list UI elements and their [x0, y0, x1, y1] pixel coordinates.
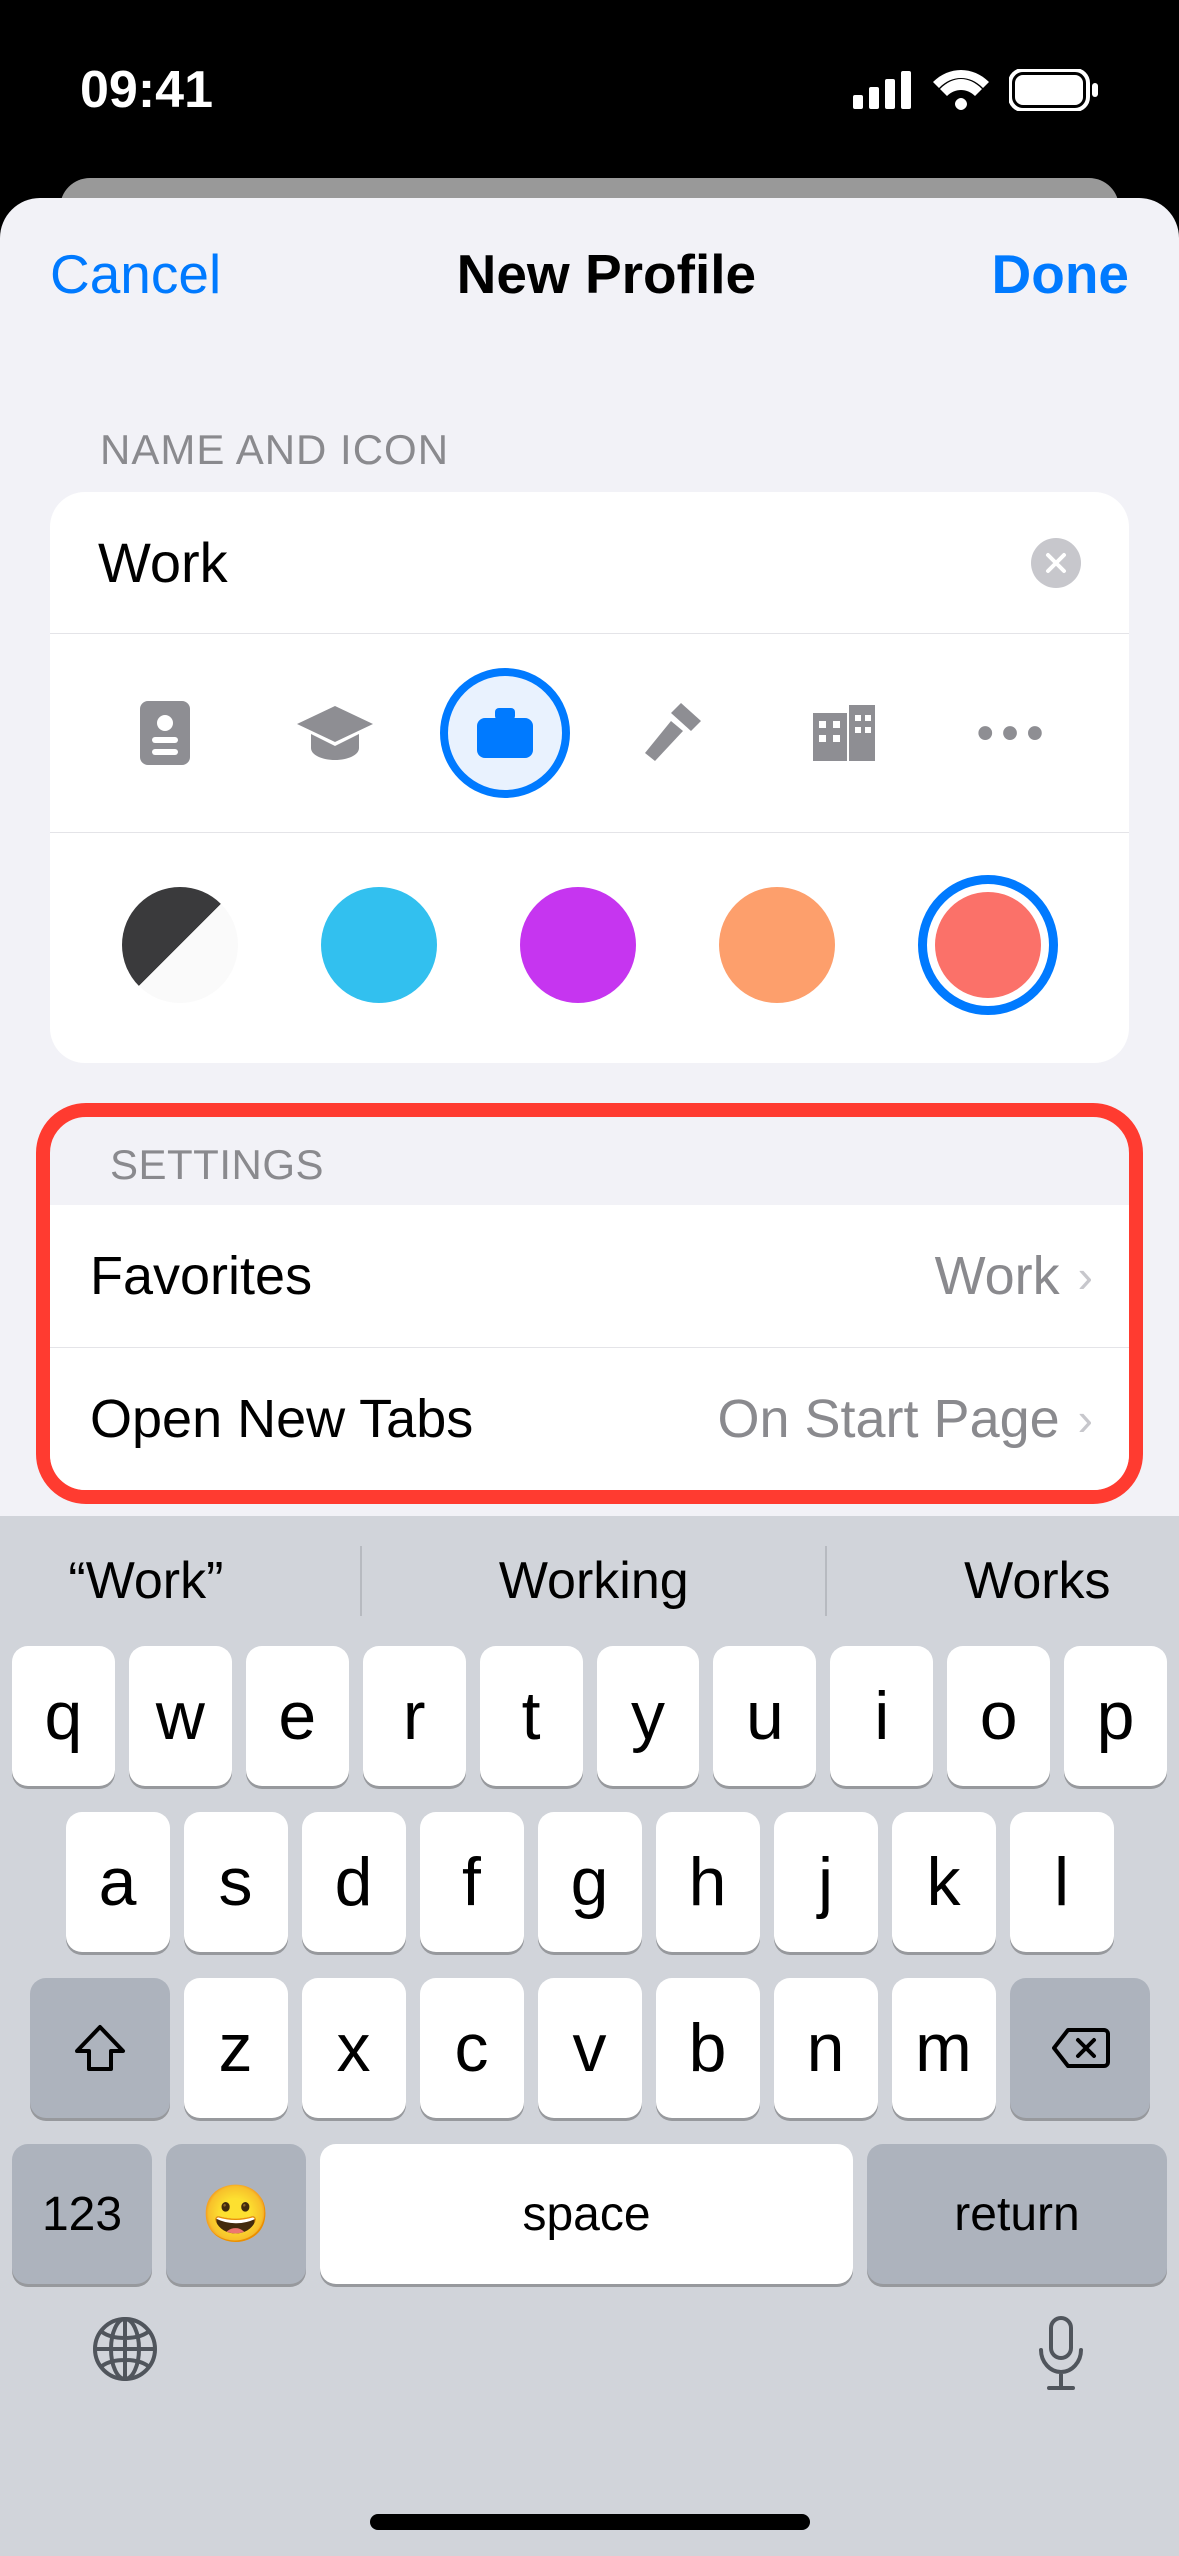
key-j[interactable]: j — [774, 1812, 878, 1952]
key-h[interactable]: h — [656, 1812, 760, 1952]
cellular-icon — [853, 71, 913, 109]
color-black-white[interactable] — [122, 887, 238, 1003]
name-row — [50, 492, 1129, 634]
key-c[interactable]: c — [420, 1978, 524, 2118]
graduation-cap-icon[interactable] — [270, 668, 400, 798]
color-cyan[interactable] — [321, 887, 437, 1003]
shift-icon — [73, 2021, 127, 2075]
status-icons — [853, 69, 1099, 111]
colors-row — [50, 833, 1129, 1063]
keyboard: “Work” Working Works q w e r t y u i o p… — [0, 1516, 1179, 2556]
key-a[interactable]: a — [66, 1812, 170, 1952]
icons-row: ••• — [50, 634, 1129, 833]
key-row-2: a s d f g h j k l — [0, 1812, 1179, 1952]
key-u[interactable]: u — [713, 1646, 816, 1786]
key-z[interactable]: z — [184, 1978, 288, 2118]
key-row-3: z x c v b n m — [0, 1978, 1179, 2118]
close-icon — [1044, 551, 1068, 575]
emoji-key[interactable]: 😀 — [166, 2144, 306, 2284]
hammer-icon[interactable] — [609, 668, 739, 798]
name-icon-card: ••• — [50, 492, 1129, 1063]
key-e[interactable]: e — [246, 1646, 349, 1786]
settings-highlight: SETTINGS Favorites Work › Open New Tabs … — [36, 1103, 1143, 1504]
color-purple[interactable] — [520, 887, 636, 1003]
cancel-button[interactable]: Cancel — [50, 242, 221, 306]
more-icons-button[interactable]: ••• — [949, 668, 1079, 798]
chevron-right-icon: › — [1078, 1392, 1093, 1446]
more-icon: ••• — [977, 706, 1051, 761]
key-t[interactable]: t — [480, 1646, 583, 1786]
key-m[interactable]: m — [892, 1978, 996, 2118]
key-o[interactable]: o — [947, 1646, 1050, 1786]
keyboard-footer — [0, 2284, 1179, 2394]
favorites-row[interactable]: Favorites Work › — [50, 1205, 1129, 1347]
home-indicator[interactable] — [370, 2514, 810, 2530]
key-g[interactable]: g — [538, 1812, 642, 1952]
emoji-icon: 😀 — [201, 2181, 271, 2247]
suggestion-bar: “Work” Working Works — [0, 1516, 1179, 1646]
key-n[interactable]: n — [774, 1978, 878, 2118]
status-bar: 09:41 — [0, 0, 1179, 170]
briefcase-icon[interactable] — [440, 668, 570, 798]
open-new-tabs-row[interactable]: Open New Tabs On Start Page › — [50, 1347, 1129, 1490]
settings-card: Favorites Work › Open New Tabs On Start … — [50, 1205, 1129, 1490]
profile-name-input[interactable] — [98, 530, 934, 595]
key-k[interactable]: k — [892, 1812, 996, 1952]
key-p[interactable]: p — [1064, 1646, 1167, 1786]
key-d[interactable]: d — [302, 1812, 406, 1952]
color-orange[interactable] — [719, 887, 835, 1003]
modal-sheet: Cancel New Profile Done NAME AND ICON — [0, 198, 1179, 2556]
globe-icon[interactable] — [90, 2314, 160, 2384]
key-s[interactable]: s — [184, 1812, 288, 1952]
done-button[interactable]: Done — [992, 242, 1130, 306]
wifi-icon — [933, 70, 989, 110]
chevron-right-icon: › — [1078, 1249, 1093, 1303]
key-b[interactable]: b — [656, 1978, 760, 2118]
favorites-label: Favorites — [90, 1245, 312, 1307]
building-icon[interactable] — [779, 668, 909, 798]
suggestion-1[interactable]: “Work” — [68, 1551, 223, 1611]
space-key[interactable]: space — [320, 2144, 853, 2284]
name-icon-section-header: NAME AND ICON — [0, 346, 1179, 492]
nav-bar: Cancel New Profile Done — [0, 198, 1179, 346]
shift-key[interactable] — [30, 1978, 170, 2118]
open-new-tabs-label: Open New Tabs — [90, 1388, 473, 1450]
numeric-key[interactable]: 123 — [12, 2144, 152, 2284]
status-time: 09:41 — [80, 60, 213, 120]
return-key[interactable]: return — [867, 2144, 1167, 2284]
open-new-tabs-value: On Start Page — [717, 1388, 1059, 1450]
suggestion-3[interactable]: Works — [964, 1551, 1110, 1611]
clear-text-button[interactable] — [1031, 538, 1081, 588]
key-l[interactable]: l — [1010, 1812, 1114, 1952]
key-i[interactable]: i — [830, 1646, 933, 1786]
key-row-1: q w e r t y u i o p — [0, 1646, 1179, 1786]
badge-icon[interactable] — [100, 668, 230, 798]
key-w[interactable]: w — [129, 1646, 232, 1786]
suggestion-2[interactable]: Working — [499, 1551, 689, 1611]
key-v[interactable]: v — [538, 1978, 642, 2118]
backspace-key[interactable] — [1010, 1978, 1150, 2118]
key-r[interactable]: r — [363, 1646, 466, 1786]
battery-icon — [1009, 69, 1099, 111]
key-row-bottom: 123 😀 space return — [0, 2144, 1179, 2284]
color-coral — [935, 892, 1041, 998]
settings-section-header: SETTINGS — [50, 1127, 1129, 1205]
page-title: New Profile — [457, 242, 757, 306]
mic-icon[interactable] — [1033, 2314, 1089, 2394]
key-q[interactable]: q — [12, 1646, 115, 1786]
color-coral-selected[interactable] — [918, 875, 1058, 1015]
suggestion-separator — [825, 1546, 827, 1616]
key-y[interactable]: y — [597, 1646, 700, 1786]
backspace-icon — [1050, 2026, 1110, 2070]
suggestion-separator — [360, 1546, 362, 1616]
key-x[interactable]: x — [302, 1978, 406, 2118]
key-f[interactable]: f — [420, 1812, 524, 1952]
favorites-value: Work — [935, 1245, 1060, 1307]
